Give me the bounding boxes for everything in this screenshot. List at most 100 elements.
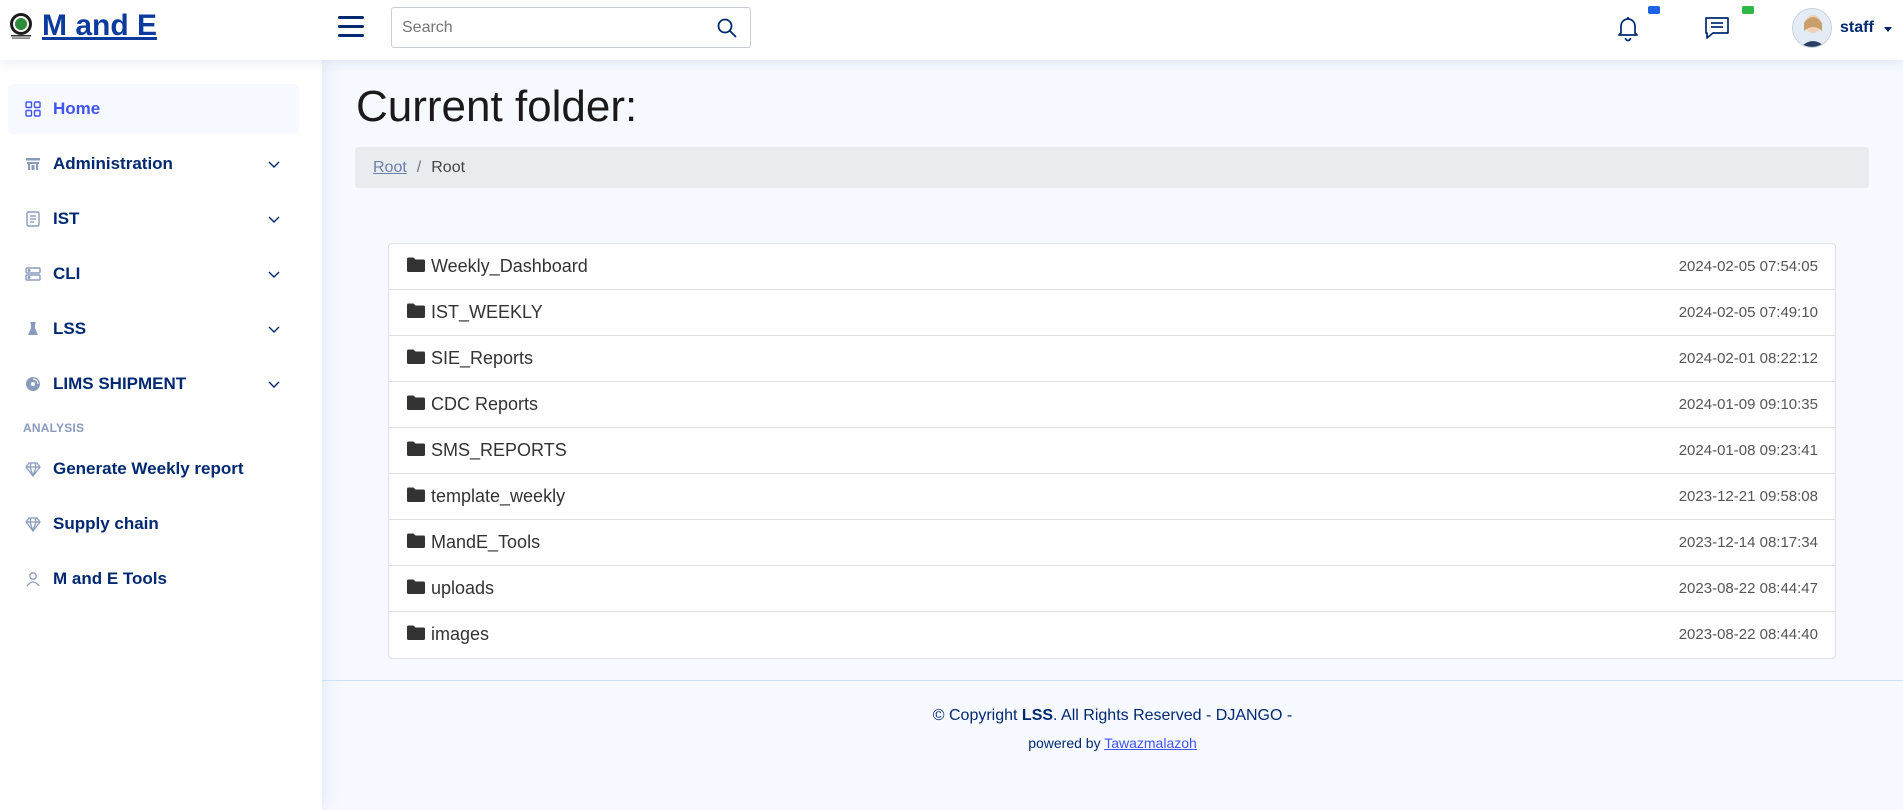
folder-list: Weekly_Dashboard 2024-02-05 07:54:05 IST_W…	[388, 243, 1836, 659]
avatar	[1792, 8, 1832, 48]
sidebar-item-home[interactable]: Home	[8, 84, 299, 134]
folder-icon	[407, 257, 425, 272]
folder-modified-date: 2023-12-14 08:17:34	[1678, 534, 1818, 551]
folder-name[interactable]: images	[431, 624, 489, 645]
sidebar-item-ist[interactable]: IST	[8, 194, 299, 244]
folder-row[interactable]: IST_WEEKLY 2024-02-05 07:49:10	[389, 290, 1835, 336]
grid-icon	[24, 100, 42, 118]
folder-name[interactable]: Weekly_Dashboard	[431, 256, 588, 277]
notifications-bell-icon[interactable]	[1615, 6, 1660, 42]
copyright-brand: LSS	[1021, 707, 1054, 724]
gem-icon	[24, 515, 42, 533]
disc-icon	[24, 375, 42, 393]
chevron-down-icon	[267, 267, 281, 281]
sidebar-item-lims-shipment[interactable]: LIMS SHIPMENT	[8, 359, 299, 409]
folder-row[interactable]: images 2023-08-22 08:44:40	[389, 612, 1835, 658]
notification-badge	[1648, 6, 1660, 14]
breadcrumb-current: Root	[431, 158, 466, 176]
folder-icon	[407, 349, 425, 364]
folder-modified-date: 2023-08-22 08:44:40	[1678, 626, 1818, 643]
breadcrumb-link-root[interactable]: Root	[373, 159, 407, 177]
folder-name[interactable]: MandE_Tools	[431, 532, 540, 553]
sidebar-item-label: CLI	[53, 264, 81, 283]
sidebar-item-label: M and E Tools	[53, 569, 167, 588]
message-badge	[1742, 6, 1754, 14]
sidebar-toggle-button[interactable]	[338, 16, 364, 40]
folder-name[interactable]: SIE_Reports	[431, 348, 533, 369]
search-box	[391, 7, 751, 48]
hamburger-bar	[338, 25, 364, 28]
folder-modified-date: 2023-08-22 08:44:47	[1678, 580, 1818, 597]
folder-row[interactable]: CDC Reports 2024-01-09 09:10:35	[389, 382, 1835, 428]
breadcrumb: Root / Root	[355, 147, 1869, 188]
folder-name[interactable]: SMS_REPORTS	[431, 440, 567, 461]
profile-menu[interactable]: staff	[1792, 8, 1892, 48]
folder-modified-date: 2024-01-09 09:10:35	[1678, 396, 1818, 413]
page-title: Current folder:	[356, 82, 638, 131]
sidebar-item-m-and-e-tools[interactable]: M and E Tools	[8, 554, 299, 604]
hamburger-bar	[338, 16, 364, 19]
sidebar-heading-analysis: ANALYSIS	[23, 421, 85, 435]
gem-icon	[24, 460, 42, 478]
powered-by-text: powered by Tawazmalazoh	[322, 735, 1903, 751]
search-input[interactable]	[392, 8, 692, 47]
sidebar: Home Administration IST CLI LSS LIMS SHI…	[0, 60, 322, 810]
sidebar-item-cli[interactable]: CLI	[8, 249, 299, 299]
person-icon	[24, 570, 42, 588]
sidebar-item-label: IST	[53, 209, 80, 228]
sidebar-item-label: LIMS SHIPMENT	[53, 374, 187, 393]
folder-modified-date: 2024-02-05 07:54:05	[1678, 258, 1818, 275]
chevron-down-icon	[1883, 26, 1892, 32]
brand-name: M and E	[42, 9, 158, 42]
folder-row[interactable]: MandE_Tools 2023-12-14 08:17:34	[389, 520, 1835, 566]
chevron-down-icon	[267, 377, 281, 391]
sidebar-item-label: Home	[53, 99, 101, 118]
messages-chat-icon[interactable]	[1703, 6, 1754, 42]
folder-icon	[407, 579, 425, 594]
brand-logo[interactable]: M and E	[8, 8, 157, 44]
journal-icon	[24, 210, 42, 228]
folder-icon	[407, 625, 425, 640]
folder-icon	[407, 303, 425, 318]
hamburger-bar	[338, 34, 364, 37]
sidebar-item-administration[interactable]: Administration	[8, 139, 299, 189]
folder-icon	[407, 533, 425, 548]
folder-name[interactable]: template_weekly	[431, 486, 565, 507]
top-header: M and E Search staff	[0, 0, 1903, 60]
profile-name: staff	[1840, 19, 1874, 36]
folder-modified-date: 2024-02-05 07:49:10	[1678, 304, 1818, 321]
folder-name[interactable]: CDC Reports	[431, 394, 538, 415]
copyright-prefix: © Copyright	[932, 707, 1022, 724]
chevron-down-icon	[267, 157, 281, 171]
folder-row[interactable]: SIE_Reports 2024-02-01 08:22:12	[389, 336, 1835, 382]
sidebar-item-label: Generate Weekly report	[53, 459, 244, 478]
chevron-down-icon	[267, 212, 281, 226]
folder-row[interactable]: uploads 2023-08-22 08:44:47	[389, 566, 1835, 612]
folder-modified-date: 2023-12-21 09:58:08	[1678, 488, 1818, 505]
sidebar-item-supply-chain[interactable]: Supply chain	[8, 499, 299, 549]
folder-name[interactable]: uploads	[431, 578, 494, 599]
copyright-text: © Copyright LSS. All Rights Reserved - D…	[322, 707, 1903, 725]
logo-emblem-icon	[8, 12, 34, 40]
breadcrumb-separator: /	[416, 158, 422, 176]
powered-by-link[interactable]: Tawazmalazoh	[1104, 735, 1197, 751]
sidebar-item-label: Supply chain	[53, 514, 159, 533]
folder-icon	[407, 395, 425, 410]
server-icon	[24, 265, 42, 283]
search-icon[interactable]	[716, 17, 738, 39]
powered-by-prefix: powered by	[1028, 735, 1105, 751]
footer: © Copyright LSS. All Rights Reserved - D…	[322, 680, 1903, 810]
gate-icon	[24, 155, 42, 173]
folder-row[interactable]: Weekly_Dashboard 2024-02-05 07:54:05	[389, 244, 1835, 290]
folder-row[interactable]: template_weekly 2023-12-21 09:58:08	[389, 474, 1835, 520]
folder-row[interactable]: SMS_REPORTS 2024-01-08 09:23:41	[389, 428, 1835, 474]
sidebar-item-generate-weekly-report[interactable]: Generate Weekly report	[8, 444, 299, 494]
folder-modified-date: 2024-01-08 09:23:41	[1678, 442, 1818, 459]
folder-name[interactable]: IST_WEEKLY	[431, 302, 543, 323]
flask-icon	[24, 320, 42, 338]
copyright-suffix: . All Rights Reserved - DJANGO -	[1053, 707, 1293, 724]
sidebar-item-label: LSS	[53, 319, 87, 338]
sidebar-item-lss[interactable]: LSS	[8, 304, 299, 354]
folder-icon	[407, 441, 425, 456]
folder-modified-date: 2024-02-01 08:22:12	[1678, 350, 1818, 367]
